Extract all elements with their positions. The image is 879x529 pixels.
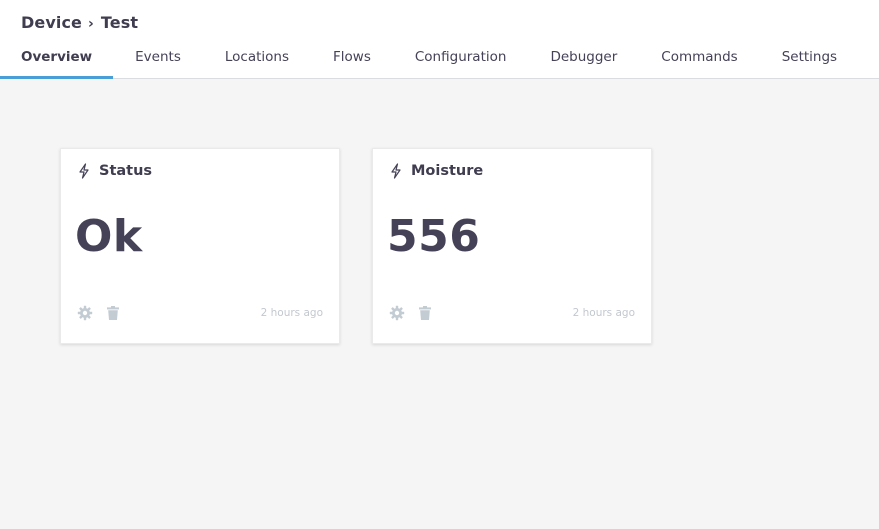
tab-configuration[interactable]: Configuration: [393, 44, 529, 78]
breadcrumb-device-link[interactable]: Device: [21, 13, 82, 32]
card-value: 556: [387, 211, 481, 262]
card-footer: 2 hours ago: [389, 304, 635, 322]
card-title: Moisture: [389, 163, 483, 179]
trash-icon[interactable]: [105, 305, 121, 321]
card-title-text: Status: [99, 163, 153, 179]
card-title: Status: [77, 163, 152, 179]
bolt-icon: [391, 163, 401, 179]
card-title-text: Moisture: [411, 163, 484, 179]
tab-bar: Overview Events Locations Flows Configur…: [0, 44, 859, 79]
breadcrumb-current: Test: [100, 13, 139, 32]
top-header: Device › Test Overview Events Locations Fl…: [0, 0, 879, 79]
status-card: Status Ok 2 hours ago: [60, 148, 340, 344]
tab-settings[interactable]: Settings: [760, 44, 859, 78]
breadcrumb-separator: ›: [87, 16, 94, 32]
trash-icon[interactable]: [417, 305, 433, 321]
card-timestamp: 2 hours ago: [572, 307, 635, 319]
breadcrumb: Device › Test: [21, 13, 138, 32]
moisture-card: Moisture 556 2 hours ago: [372, 148, 652, 344]
tab-flows[interactable]: Flows: [311, 44, 393, 78]
tab-overview[interactable]: Overview: [0, 44, 114, 79]
gear-icon[interactable]: [389, 305, 405, 321]
tab-commands[interactable]: Commands: [639, 44, 759, 78]
card-footer: 2 hours ago: [77, 304, 323, 322]
card-value: Ok: [75, 211, 143, 262]
bolt-icon: [79, 163, 89, 179]
tab-locations[interactable]: Locations: [203, 44, 311, 78]
gear-icon[interactable]: [77, 305, 93, 321]
tab-debugger[interactable]: Debugger: [528, 44, 639, 78]
tab-events[interactable]: Events: [113, 44, 203, 78]
card-timestamp: 2 hours ago: [260, 307, 323, 319]
